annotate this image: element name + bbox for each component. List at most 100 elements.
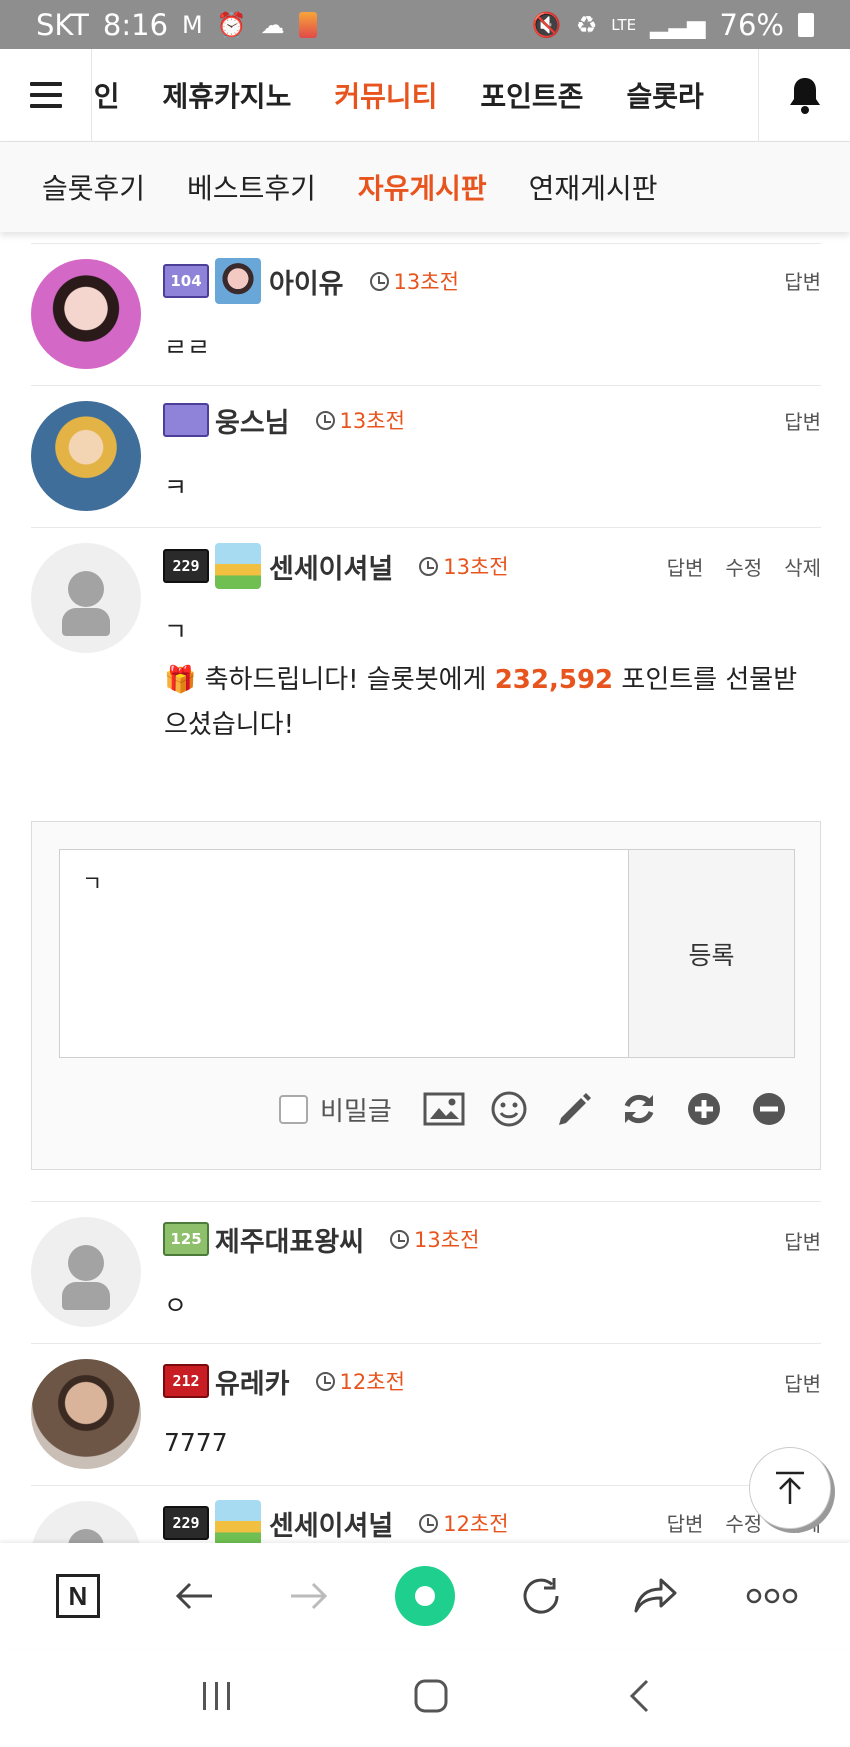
back-arrow-icon[interactable] [159,1561,229,1631]
comment-author[interactable]: 센세이셔널 [269,547,393,586]
tab-partner-casino[interactable]: 제휴카지노 [163,75,292,115]
comment-item: 212 유레카 12초전 답변 7777 [31,1343,821,1485]
tab-slot[interactable]: 슬롯라 [626,75,703,115]
rank-icon [215,1500,261,1546]
comment-text: ㄹㄹ [164,333,211,362]
level-badge [163,403,209,437]
reply-button[interactable]: 답변 [784,1368,821,1397]
edit-button[interactable]: 수정 [725,552,762,581]
clock-icon [315,1371,335,1391]
level-badge: 104 [163,264,209,298]
emoji-icon[interactable] [487,1087,531,1131]
battery-icon [798,12,814,37]
battery-level: 76% [719,7,784,42]
avatar[interactable] [31,259,141,369]
delete-button[interactable]: 삭제 [784,552,821,581]
gift-message: 🎁 축하드립니다! 슬롯봇에게 232,592 포인트를 선물받으셨습니다! [164,665,798,740]
pencil-icon[interactable] [552,1087,596,1131]
recycle-icon: ♻ [575,10,598,39]
reply-form: 등록 비밀글 [31,821,821,1170]
comment-time: 13초전 [390,1224,479,1254]
clock-icon [315,410,335,430]
checkbox-icon[interactable] [279,1094,308,1124]
reply-button[interactable]: 답변 [667,552,704,581]
share-icon[interactable] [621,1561,691,1631]
comment-time: 12초전 [419,1508,509,1538]
comment-author[interactable]: 유레카 [215,1362,290,1401]
clock-icon [369,271,389,291]
avatar[interactable] [31,1359,141,1469]
forward-arrow-icon[interactable] [274,1561,344,1631]
tab-slot-review[interactable]: 슬롯후기 [42,167,145,207]
tab-serial-board[interactable]: 연재게시판 [529,167,658,207]
level-badge: 229 [163,549,209,583]
image-icon[interactable] [422,1087,466,1131]
comment-author[interactable]: 웅스님 [215,401,290,440]
comment-item: 웅스님 13초전 답변 ㅋ [31,385,821,527]
comment-author[interactable]: 아이유 [269,262,344,301]
top-nav: 메인 제휴카지노 커뮤니티 포인트존 슬롯라 [0,48,850,142]
comment-item: 125 제주대표왕씨 13초전 답변 ㅇ [31,1201,821,1343]
gift-icon: 🎁 [164,665,197,695]
alarm-icon: ⏰ [216,10,247,39]
reply-toolbar: 비밀글 [279,1087,812,1131]
clock-icon [390,1229,410,1249]
comment-text: 7777 [164,1428,228,1457]
level-badge: 229 [163,1506,209,1540]
submit-button[interactable]: 등록 [628,849,795,1058]
comment-item: 229 센세이셔널 13초전 답변 수정 삭제 ㄱ 🎁 축하드립니다! 슬롯봇에… [31,527,821,805]
reply-button[interactable]: 답변 [784,266,821,295]
clock-time: 8:16 [102,7,169,42]
avatar[interactable] [31,1217,141,1327]
comment-author[interactable]: 센세이셔널 [269,1504,393,1543]
top-nav-tabs: 메인 제휴카지노 커뮤니티 포인트존 슬롯라 [92,49,758,142]
comment-author[interactable]: 제주대표왕씨 [215,1220,364,1259]
recent-apps-icon[interactable] [199,1680,235,1716]
status-bar: SKT 8:16 M ⏰ ☁ 🔇 ♻ LTE ▂▃▅ 76% [0,0,850,49]
secret-checkbox[interactable]: 비밀글 [279,1091,392,1128]
avatar[interactable] [31,543,141,653]
green-dot-icon[interactable] [390,1561,460,1631]
comment-time: 13초전 [419,551,509,581]
carrier-label: SKT [36,7,89,42]
bell-icon[interactable] [758,48,850,142]
app-notification-icon [298,11,317,38]
sub-nav: 슬롯후기 베스트후기 자유게시판 연재게시판 [0,142,850,232]
plus-circle-icon[interactable] [682,1087,726,1131]
cloud-icon: ☁ [260,10,285,39]
rank-icon [215,543,261,589]
reply-button[interactable]: 답변 [667,1508,704,1537]
clock-icon [419,1513,439,1533]
android-nav-bar [0,1649,850,1747]
mute-icon: 🔇 [531,10,562,39]
reply-button[interactable]: 답변 [784,1226,821,1255]
tab-community[interactable]: 커뮤니티 [334,75,437,115]
minus-circle-icon[interactable] [747,1087,791,1131]
reply-textarea[interactable] [59,849,629,1058]
comment-item: 104 아이유 13초전 답변 ㄹㄹ [31,243,821,385]
comment-list: 104 아이유 13초전 답변 ㄹㄹ 웅스님 13초전 답변 ㅋ 229 센세이… [31,243,821,805]
level-badge: 125 [163,1222,209,1256]
refresh-icon[interactable] [617,1087,661,1131]
home-icon[interactable] [413,1678,449,1718]
rank-icon [215,258,261,304]
gift-amount: 232,592 [494,665,614,695]
comment-list-more: 125 제주대표왕씨 13초전 답변 ㅇ 212 유레카 12초전 답변 777… [31,1201,821,1611]
clock-icon [419,556,439,576]
secret-label: 비밀글 [320,1096,392,1127]
reload-icon[interactable] [506,1561,576,1631]
avatar[interactable] [31,401,141,511]
comment-text: ㅇ [164,1291,188,1320]
tab-main[interactable]: 메인 [92,75,120,115]
more-icon[interactable] [737,1561,807,1631]
reply-button[interactable]: 답변 [784,406,821,435]
scroll-to-top-button[interactable] [749,1447,831,1529]
comment-text: ㄱ [164,617,188,646]
tab-point-zone[interactable]: 포인트존 [480,75,583,115]
back-icon[interactable] [627,1678,651,1718]
tab-best-review[interactable]: 베스트후기 [187,167,316,207]
menu-icon[interactable] [0,48,92,142]
tab-free-board[interactable]: 자유게시판 [358,167,487,207]
naver-n-icon[interactable]: N [43,1561,113,1631]
network-label: LTE [611,15,637,34]
